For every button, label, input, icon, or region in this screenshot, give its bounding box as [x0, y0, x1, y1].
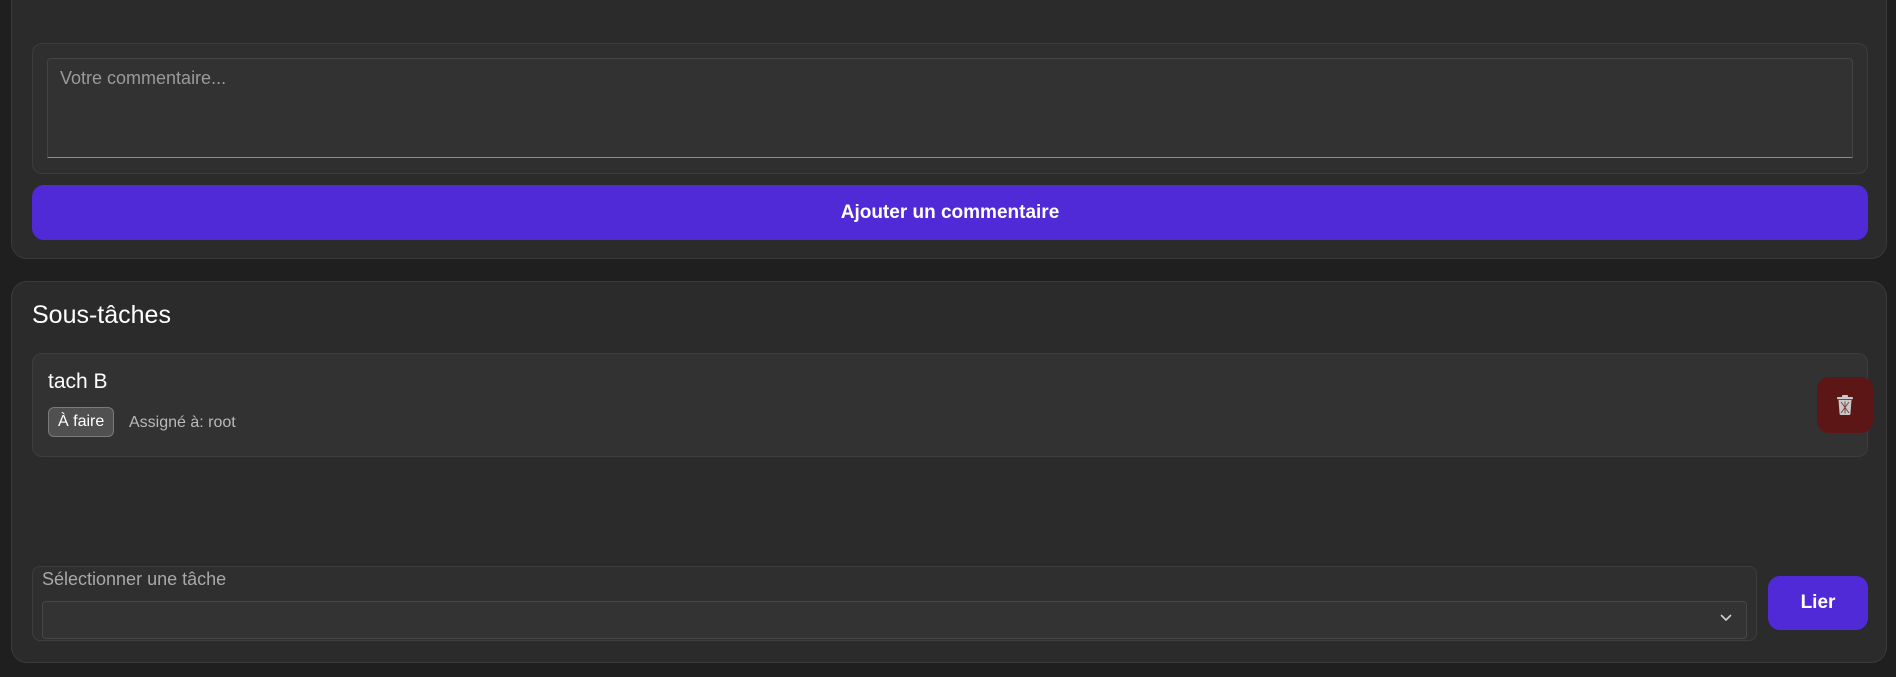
delete-subtask-button[interactable]	[1817, 377, 1873, 433]
subtasks-section-title: Sous-tâches	[32, 301, 171, 329]
status-badge: À faire	[48, 407, 115, 437]
task-select-container: Sélectionner une tâche	[32, 566, 1757, 641]
page: Ajouter un commentaire Sous-tâches tach …	[0, 0, 1896, 677]
chevron-down-icon	[1720, 614, 1732, 621]
trash-icon	[1837, 395, 1853, 415]
subtask-assignee: Assigné à: root	[129, 414, 236, 431]
comment-input-container	[32, 43, 1868, 174]
task-select-label: Sélectionner une tâche	[42, 569, 227, 589]
link-task-button[interactable]: Lier	[1768, 576, 1868, 630]
comment-textarea[interactable]	[47, 58, 1853, 158]
subtasks-card: Sous-tâches tach B À faire Assigné à: ro…	[11, 281, 1887, 663]
subtask-title: tach B	[48, 370, 108, 393]
comments-card: Ajouter un commentaire	[11, 0, 1887, 259]
subtask-item: tach B À faire Assigné à: root	[32, 353, 1873, 457]
add-comment-button[interactable]: Ajouter un commentaire	[32, 185, 1868, 240]
task-select[interactable]	[42, 601, 1747, 639]
